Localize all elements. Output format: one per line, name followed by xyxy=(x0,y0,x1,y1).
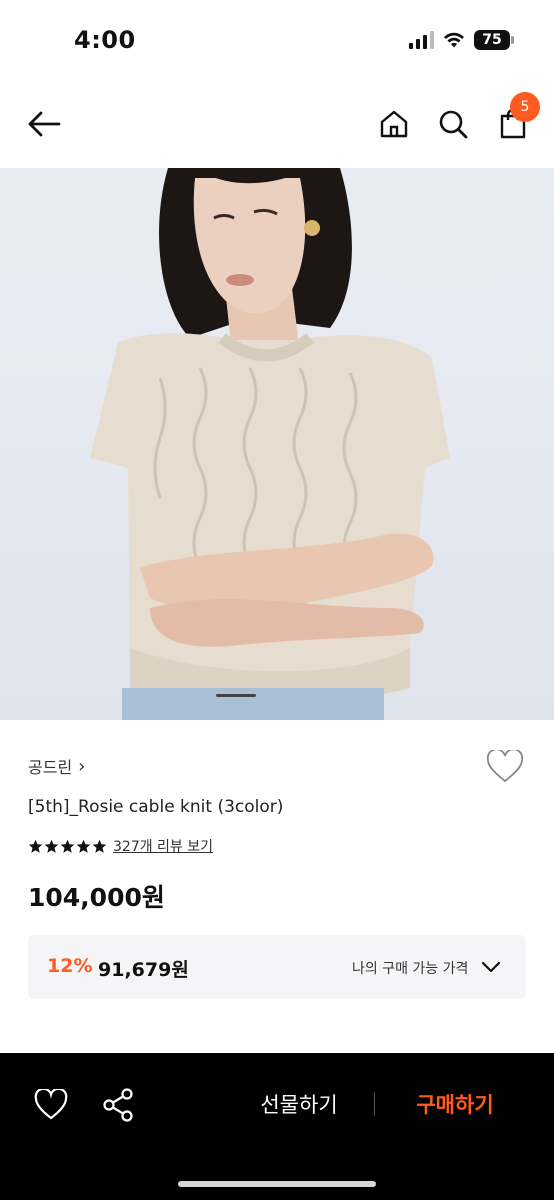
review-row: 327개 리뷰 보기 xyxy=(28,836,213,856)
wishlist-button[interactable] xyxy=(486,748,526,788)
discount-price: 91,679원 xyxy=(98,959,189,981)
chevron-down-icon xyxy=(481,961,501,973)
home-indicator xyxy=(178,1181,376,1187)
battery-indicator: 75 xyxy=(474,30,514,50)
star-icon xyxy=(60,839,75,853)
home-button[interactable] xyxy=(374,102,414,146)
star-icon xyxy=(44,839,59,853)
my-price-dropdown[interactable]: 12% 91,679원 나의 구매 가능 가격 xyxy=(28,935,526,999)
star-icon xyxy=(28,839,43,853)
discount-rate: 12% xyxy=(47,955,93,977)
status-time: 4:00 xyxy=(74,26,136,54)
wifi-icon xyxy=(444,32,464,48)
brand-chevron-icon: › xyxy=(78,755,86,777)
product-price: 104,000원 xyxy=(28,883,165,912)
rating-stars xyxy=(28,839,107,854)
product-name: [5th]_Rosie cable knit (3color) xyxy=(28,797,284,817)
cellular-signal-icon xyxy=(409,31,434,49)
share-icon xyxy=(103,1088,133,1122)
bottom-action-bar: 선물하기 구매하기 xyxy=(0,1053,554,1200)
discount-label: 나의 구매 가능 가격 xyxy=(352,961,469,977)
star-icon xyxy=(92,839,107,853)
heart-icon xyxy=(34,1087,68,1120)
product-photo-model xyxy=(90,168,450,720)
search-icon xyxy=(439,110,468,139)
brand-link[interactable]: 공드린 › xyxy=(28,754,85,778)
bottom-bar-divider xyxy=(374,1092,375,1116)
back-arrow-icon xyxy=(28,111,61,137)
brand-name: 공드린 xyxy=(28,758,73,777)
bottom-wishlist-button[interactable] xyxy=(34,1087,68,1121)
app-header xyxy=(0,84,554,166)
image-pager-indicator xyxy=(216,694,256,697)
gift-button[interactable]: 선물하기 xyxy=(240,1089,358,1121)
search-button[interactable] xyxy=(433,102,473,146)
share-button[interactable] xyxy=(102,1087,136,1123)
review-link[interactable]: 327개 리뷰 보기 xyxy=(113,836,213,856)
product-image[interactable] xyxy=(0,168,554,720)
back-button[interactable] xyxy=(24,102,64,146)
status-bar: 4:00 75 xyxy=(0,0,554,80)
heart-icon xyxy=(486,748,524,783)
cart-count-badge: 5 xyxy=(510,92,540,122)
home-icon xyxy=(380,110,408,138)
buy-button[interactable]: 구매하기 xyxy=(396,1089,514,1121)
status-icons: 75 xyxy=(409,30,514,50)
star-icon xyxy=(76,839,91,853)
